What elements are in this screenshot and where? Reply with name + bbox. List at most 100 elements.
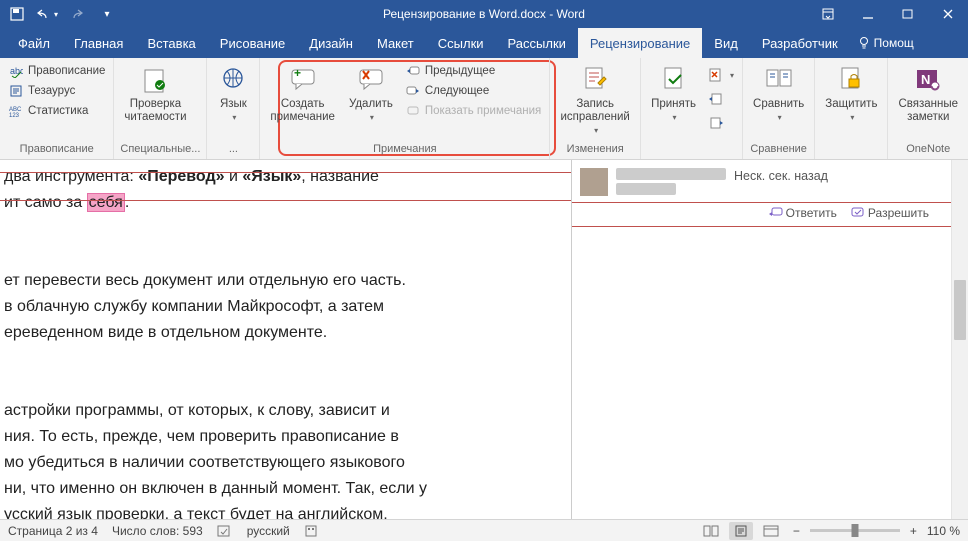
comment-connector-top [0,172,571,173]
compare-button[interactable]: Сравнить▾ [749,62,808,126]
delete-comment-icon [355,64,387,96]
previous-comment-button[interactable]: Предыдущее [403,62,543,80]
accessibility-icon [139,64,171,96]
svg-text:abc: abc [10,66,23,76]
delete-comment-button[interactable]: Удалить▾ [345,62,397,126]
comment-author [616,168,726,180]
comment-bot-line [572,226,951,227]
show-comments-button: Показать примечания [403,102,543,120]
group-language: Язык▾ ... [207,58,260,159]
tab-insert[interactable]: Вставка [135,28,207,58]
view-web-button[interactable] [759,522,783,540]
group-onenote: N Связанные заметки OneNote [888,58,968,159]
track-changes-icon [579,64,611,96]
reject-button[interactable]: ▾ [706,66,736,84]
comment-time: Неск. сек. назад [734,169,828,183]
linked-notes-button[interactable]: N Связанные заметки [894,62,962,126]
tab-mailings[interactable]: Рассылки [496,28,578,58]
tab-home[interactable]: Главная [62,28,135,58]
svg-text:N: N [921,72,930,87]
status-language[interactable]: русский [247,524,290,538]
status-macros-icon[interactable] [304,524,318,538]
comment-item[interactable]: Неск. сек. назад [580,164,943,198]
tab-references[interactable]: Ссылки [426,28,496,58]
tell-me[interactable]: Помощ [858,28,914,58]
comment-body [616,183,676,195]
svg-text:+: + [294,67,301,80]
track-changes-button[interactable]: Запись исправлений ▾ [556,62,634,139]
tab-design[interactable]: Дизайн [297,28,365,58]
scrollbar-thumb[interactable] [954,280,966,340]
next-icon [405,83,421,99]
accept-icon [658,64,690,96]
protect-button[interactable]: Защитить▾ [821,62,881,126]
resolve-button[interactable]: Разрешить [851,206,929,220]
reject-icon [708,67,724,83]
spelling-button[interactable]: abc Правописание [6,62,107,80]
check-accessibility-button[interactable]: Проверка читаемости [120,62,190,126]
group-changes: Принять▾ ▾ [641,58,743,159]
group-compare: Сравнить▾ Сравнение [743,58,815,159]
status-page[interactable]: Страница 2 из 4 [8,524,98,538]
tab-file[interactable]: Файл [6,28,62,58]
vertical-scrollbar[interactable] [951,160,968,519]
status-words[interactable]: Число слов: 593 [112,524,203,538]
zoom-knob[interactable] [851,524,858,537]
comments-pane: Неск. сек. назад Ответить Разрешить [571,160,951,519]
language-button[interactable]: Язык▾ [213,62,253,126]
group-accessibility-label: Специальные... [120,141,200,157]
prev-change-button[interactable] [706,90,736,108]
group-protect-label [821,141,881,157]
statusbar: Страница 2 из 4 Число слов: 593 русский … [0,519,968,541]
document-pane[interactable]: два инструмента: «Перевод» и «Язык», наз… [0,160,571,519]
close-icon[interactable] [928,0,968,28]
ribbon-tabs: Файл Главная Вставка Рисование Дизайн Ма… [0,28,968,58]
view-read-button[interactable] [699,522,723,540]
maximize-icon[interactable] [888,0,928,28]
show-comments-icon [405,103,421,119]
reply-icon [769,207,783,219]
qat-customize-icon[interactable]: ▾ [96,3,118,25]
accept-button[interactable]: Принять▾ [647,62,700,126]
zoom-level[interactable]: 110 % [927,524,960,538]
thesaurus-button[interactable]: Тезаурус [6,82,107,100]
undo-icon[interactable]: ▾ [36,3,58,25]
svg-text:123: 123 [9,113,20,118]
zoom-in-button[interactable]: + [906,524,921,538]
ribbon: abc Правописание Тезаурус ABC123 Статист… [0,58,968,160]
reply-button[interactable]: Ответить [769,206,837,220]
window-controls [808,0,968,28]
next-change-icon [708,115,724,131]
new-comment-button[interactable]: + Создать примечание [266,62,339,126]
next-comment-button[interactable]: Следующее [403,82,543,100]
group-language-label: ... [213,141,253,157]
previous-icon [405,63,421,79]
document-text: два инструмента: «Перевод» и «Язык», наз… [4,166,559,519]
tab-layout[interactable]: Макет [365,28,426,58]
group-proofing-label: Правописание [6,141,107,157]
save-icon[interactable] [6,3,28,25]
status-proofing-icon[interactable] [217,524,233,538]
statistics-button[interactable]: ABC123 Статистика [6,102,107,120]
selected-text: себя [87,193,125,212]
view-print-button[interactable] [729,522,753,540]
group-comments: + Создать примечание Удалить▾ Предыдущее… [260,58,550,159]
next-change-button[interactable] [706,114,736,132]
lightbulb-icon [858,36,870,50]
zoom-slider[interactable] [810,529,900,532]
tab-draw[interactable]: Рисование [208,28,297,58]
group-comments-label: Примечания [266,141,543,157]
ribbon-options-icon[interactable] [808,0,848,28]
group-tracking: Запись исправлений ▾ Изменения [550,58,641,159]
group-tracking-label: Изменения [556,141,634,157]
zoom-out-button[interactable]: − [789,524,804,538]
comment-actions: Ответить Разрешить [769,206,929,220]
minimize-icon[interactable] [848,0,888,28]
group-changes-label [647,141,736,157]
tab-developer[interactable]: Разработчик [750,28,850,58]
onenote-icon: N [912,64,944,96]
tab-review[interactable]: Рецензирование [578,28,702,58]
redo-icon[interactable] [66,3,88,25]
resolve-icon [851,207,865,219]
tab-view[interactable]: Вид [702,28,750,58]
